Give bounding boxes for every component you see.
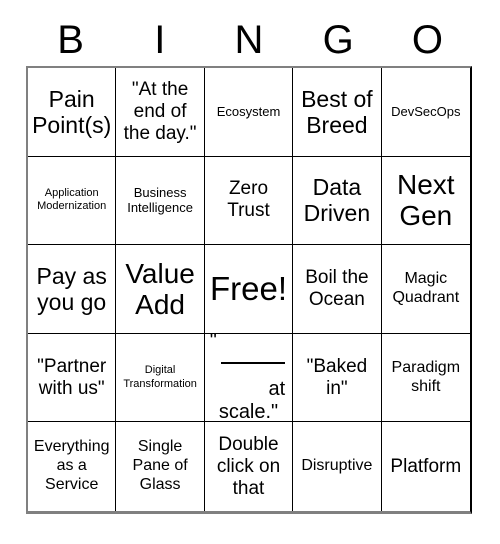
- bingo-grid: Pain Point(s) "At the end of the day." Eco…: [26, 66, 472, 514]
- bingo-square-i3[interactable]: Value Add: [116, 245, 205, 334]
- blank-last-line: scale.": [218, 401, 279, 423]
- bingo-square-label: "At the end of the day.": [123, 78, 197, 144]
- bingo-square-label: Boil the Ocean: [305, 266, 369, 310]
- bingo-square-label: Double click on that: [216, 433, 281, 499]
- bingo-square-label: Single Pane of Glass: [132, 438, 188, 494]
- bingo-square-label: Paradigm shift: [391, 358, 461, 395]
- bingo-square-n2[interactable]: Zero Trust: [204, 156, 294, 246]
- bingo-square-label: Value Add: [125, 257, 195, 320]
- bingo-square-label: " at scale.": [208, 333, 289, 423]
- bingo-square-o4[interactable]: Paradigm shift: [381, 333, 470, 423]
- bingo-square-o3[interactable]: Magic Quadrant: [381, 245, 470, 334]
- bingo-card: B I N G O Pain Point(s) "At the end of th…: [0, 0, 500, 544]
- header-letter-i: I: [154, 18, 166, 62]
- bingo-square-label: Pay as you go: [36, 262, 107, 315]
- bingo-square-g2[interactable]: Data Driven: [293, 156, 382, 246]
- bingo-square-g3[interactable]: Boil the Ocean: [293, 245, 382, 334]
- blank-open-quote: ": [209, 333, 217, 353]
- bingo-square-label: "Baked in": [306, 355, 368, 399]
- bingo-square-label: Application Modernization: [37, 186, 107, 213]
- bingo-square-label: Next Gen: [397, 169, 455, 232]
- bingo-square-i1[interactable]: "At the end of the day.": [116, 68, 205, 157]
- bingo-square-g4[interactable]: "Baked in": [293, 333, 382, 423]
- bingo-square-o2[interactable]: Next Gen: [381, 156, 470, 246]
- bingo-square-label: Ecosystem: [216, 104, 281, 119]
- bingo-square-g1[interactable]: Best of Breed: [293, 68, 382, 157]
- bingo-square-i2[interactable]: Business Intelligence: [116, 156, 205, 246]
- bingo-square-g5[interactable]: Disruptive: [293, 422, 382, 511]
- bingo-square-b2[interactable]: Application Modernization: [28, 156, 117, 246]
- bingo-header: B I N G O: [26, 14, 472, 66]
- header-letter-n: N: [234, 18, 264, 62]
- bingo-square-label: Best of Breed: [301, 85, 373, 138]
- bingo-square-i4[interactable]: Digital Transformation: [116, 333, 205, 423]
- bingo-square-label: "Partner with us": [37, 355, 107, 399]
- bingo-square-label: Business Intelligence: [127, 184, 193, 216]
- blank-underline: [221, 361, 286, 364]
- bingo-square-b5[interactable]: Everything as a Service: [28, 422, 117, 511]
- bingo-square-o5[interactable]: Platform: [381, 422, 470, 511]
- bingo-square-label: Everything as a Service: [33, 438, 110, 494]
- bingo-square-label: Disruptive: [301, 457, 373, 475]
- header-letter-o: O: [411, 18, 443, 62]
- bingo-square-label: Magic Quadrant: [392, 270, 460, 306]
- bingo-square-n4[interactable]: " at scale.": [204, 333, 294, 423]
- header-letter-b: B: [57, 18, 84, 62]
- bingo-square-label: DevSecOps: [391, 104, 461, 119]
- bingo-square-b4[interactable]: "Partner with us": [28, 333, 117, 423]
- bingo-square-i5[interactable]: Single Pane of Glass: [116, 422, 205, 511]
- blank-line-and-word: at: [208, 354, 289, 401]
- bingo-square-label: Free!: [209, 269, 287, 307]
- bingo-square-label: Digital Transformation: [123, 364, 197, 390]
- bingo-square-b1[interactable]: Pain Point(s): [28, 68, 117, 157]
- bingo-square-n1[interactable]: Ecosystem: [204, 68, 294, 157]
- bingo-square-n3[interactable]: Free!: [204, 245, 294, 334]
- blank-after-word: at: [268, 377, 286, 400]
- bingo-square-label: Data Driven: [303, 174, 371, 227]
- header-letter-g: G: [322, 18, 354, 62]
- bingo-square-n5[interactable]: Double click on that: [204, 422, 294, 511]
- bingo-square-label: Pain Point(s): [32, 85, 112, 138]
- bingo-square-label: Zero Trust: [227, 178, 270, 222]
- bingo-square-o1[interactable]: DevSecOps: [381, 68, 470, 157]
- bingo-square-b3[interactable]: Pay as you go: [28, 245, 117, 334]
- bingo-square-label: Platform: [390, 455, 462, 477]
